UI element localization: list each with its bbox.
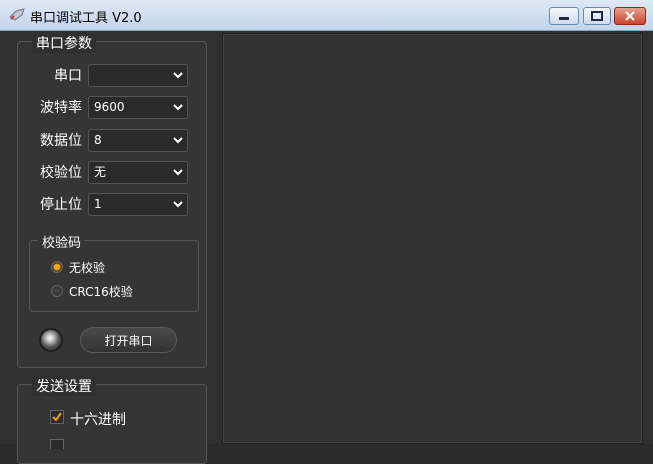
- no-checksum-label: 无校验: [69, 261, 106, 275]
- send-settings-title: 发送设置: [32, 376, 96, 396]
- stopbits-label: 停止位: [40, 197, 82, 213]
- baud-label: 波特率: [40, 100, 82, 116]
- checksum-group: 校验码: [29, 232, 199, 312]
- chevron-down-icon: [173, 72, 183, 79]
- hex-label: 十六进制: [70, 412, 126, 428]
- chevron-down-icon: [173, 104, 183, 111]
- close-button[interactable]: [614, 7, 646, 25]
- parity-select[interactable]: 无: [88, 161, 188, 184]
- second-checkbox[interactable]: [50, 439, 64, 449]
- client-area: 串口参数 串口 波特率 9600 数据位 8 校验位 无 停止位 1 校验码 无…: [0, 31, 653, 464]
- chevron-down-icon: [173, 201, 183, 208]
- checkmark-icon: [52, 412, 62, 422]
- stopbits-select[interactable]: 1: [88, 193, 188, 216]
- status-led: [41, 330, 61, 350]
- checksum-title: 校验码: [38, 232, 86, 251]
- radio-crc16[interactable]: [51, 285, 63, 297]
- databits-select[interactable]: 8: [88, 129, 188, 152]
- port-select[interactable]: [88, 64, 188, 87]
- serial-params-title: 串口参数: [32, 33, 96, 53]
- baud-select[interactable]: 9600: [88, 96, 188, 119]
- databits-value: 8: [94, 133, 102, 147]
- parity-value: 无: [94, 165, 107, 179]
- baud-value: 9600: [94, 100, 125, 114]
- parity-label: 校验位: [40, 165, 82, 181]
- crc16-label: CRC16校验: [69, 285, 133, 299]
- chevron-down-icon: [173, 169, 183, 176]
- chevron-down-icon: [173, 137, 183, 144]
- maximize-icon: [591, 11, 603, 21]
- hex-checkbox[interactable]: [50, 410, 64, 424]
- radio-no-checksum[interactable]: [51, 261, 63, 273]
- title-bar[interactable]: 串口调试工具 V2.0: [0, 0, 653, 31]
- window-title: 串口调试工具 V2.0: [30, 11, 142, 26]
- minimize-icon: [559, 17, 569, 20]
- receive-display-area[interactable]: [222, 33, 643, 444]
- maximize-button[interactable]: [583, 7, 611, 25]
- serial-tool-icon: [9, 8, 25, 21]
- minimize-button[interactable]: [549, 7, 579, 25]
- close-icon: [625, 11, 635, 21]
- open-port-label: 打开串口: [104, 333, 153, 348]
- port-label: 串口: [54, 68, 82, 84]
- databits-label: 数据位: [40, 133, 82, 149]
- open-port-button[interactable]: 打开串口: [80, 327, 177, 353]
- stopbits-value: 1: [94, 197, 102, 211]
